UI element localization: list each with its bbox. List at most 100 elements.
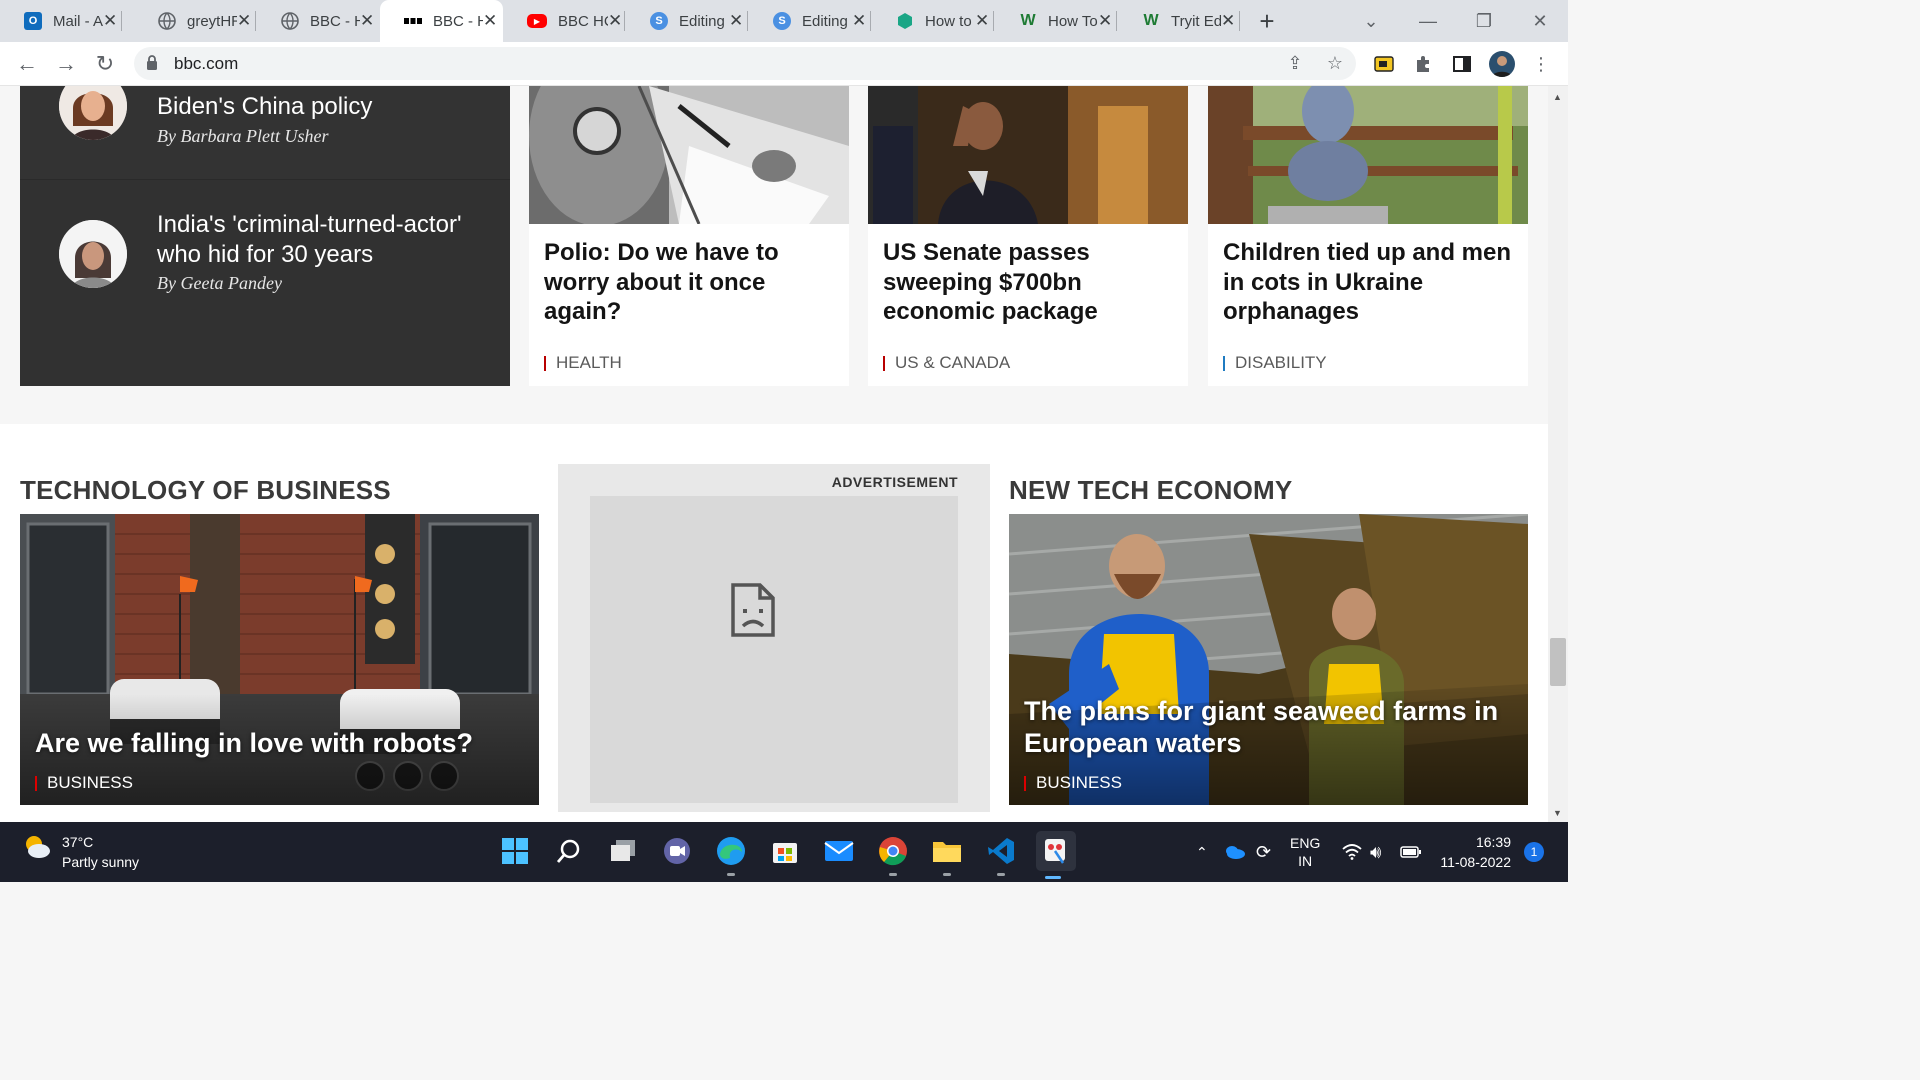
share-icon[interactable]: ⇪ [1284, 52, 1306, 74]
feature-headline[interactable]: Are we falling in love with robots? [35, 727, 473, 759]
browser-tab[interactable]: How to ✕ [872, 0, 994, 42]
close-tab-icon[interactable]: ✕ [729, 11, 743, 31]
feature-headline[interactable]: The plans for giant seaweed farms in Eur… [1024, 695, 1514, 759]
dark-story-2[interactable]: India's 'criminal-turned-actor' who hid … [20, 180, 510, 386]
story-headline[interactable]: Polio: Do we have to worry about it once… [544, 238, 834, 327]
story-tag[interactable]: HEALTH [544, 353, 622, 373]
weather-widget[interactable]: 37°C Partly sunny [22, 832, 139, 872]
language-indicator[interactable]: ENG IN [1290, 822, 1320, 882]
dark-story-byline: By Barbara Plett Usher [157, 126, 329, 146]
tab-title: Mail - A [53, 12, 103, 30]
store-icon[interactable] [768, 834, 802, 868]
scroll-down-arrow-icon[interactable]: ▼ [1553, 808, 1562, 818]
browser-tab[interactable]: W Tryit Ed ✕ [1118, 0, 1240, 42]
partly-sunny-icon [26, 836, 50, 858]
tab-separator [1116, 11, 1117, 31]
bookmark-star-icon[interactable]: ☆ [1324, 52, 1346, 74]
start-windows-icon[interactable] [498, 834, 532, 868]
browser-tab[interactable]: W How To ✕ [995, 0, 1117, 42]
windows-taskbar: 37°C Partly sunny ⌃ ⟳ ENG IN 🔊︎ 16:39 11… [0, 822, 1568, 882]
story-tag[interactable]: DISABILITY [1223, 353, 1327, 373]
new-tab-button[interactable]: + [1253, 6, 1281, 37]
file-explorer-icon[interactable] [930, 834, 964, 876]
close-tab-icon[interactable]: ✕ [103, 11, 117, 31]
feature-image-seaweed [1009, 514, 1528, 805]
side-panel-icon[interactable] [1451, 53, 1473, 75]
puzzle-icon[interactable] [1412, 53, 1434, 75]
browser-tab[interactable]: BBC - H ✕ [380, 0, 503, 42]
browser-tab[interactable]: S Editing ✕ [626, 0, 748, 42]
close-tab-icon[interactable]: ✕ [852, 11, 866, 31]
browser-tab[interactable]: ▶ BBC HC✕ [503, 0, 625, 42]
close-tab-icon[interactable]: ✕ [360, 11, 374, 31]
story-headline[interactable]: Children tied up and men in cots in Ukra… [1223, 238, 1513, 327]
browser-tab[interactable]: BBC - H ✕ [257, 0, 379, 42]
close-tab-icon[interactable]: ✕ [237, 11, 251, 31]
tab-title: How to [925, 12, 972, 30]
tab-title: BBC HC [558, 12, 608, 30]
volume-icon[interactable]: 🔊︎ [1370, 822, 1381, 882]
back-arrow-icon[interactable]: ← [12, 49, 42, 79]
tab-title: BBC - H [310, 12, 360, 30]
snipping-tool-icon[interactable] [1036, 831, 1076, 879]
youtube-icon: ▶ [527, 14, 547, 28]
wikihow-icon: W [1143, 12, 1159, 29]
story-card-senate[interactable]: US Senate passes sweeping $700bn economi… [868, 86, 1188, 386]
onedrive-icon[interactable] [1224, 822, 1246, 882]
story-tag[interactable]: US & CANADA [883, 353, 1010, 373]
feature-tag[interactable]: BUSINESS [1024, 773, 1122, 793]
scroll-up-arrow-icon[interactable]: ▲ [1553, 92, 1562, 102]
forward-arrow-icon[interactable]: → [51, 49, 81, 79]
browser-tab[interactable]: greytHR ✕ [134, 0, 256, 42]
running-indicator [943, 873, 951, 876]
tray-overflow-chevron-icon[interactable]: ⌃ [1196, 822, 1208, 882]
clock-time: 16:39 [1475, 834, 1511, 850]
story-card-polio[interactable]: Polio: Do we have to worry about it once… [529, 86, 849, 386]
feature-seaweed[interactable]: The plans for giant seaweed farms in Eur… [1009, 514, 1528, 805]
close-tab-icon[interactable]: ✕ [1098, 11, 1112, 31]
battery-icon[interactable] [1400, 822, 1422, 882]
sync-icon[interactable]: ⟳ [1256, 822, 1271, 882]
search-icon[interactable] [552, 834, 586, 868]
tab-search-icon[interactable]: ⌄ [1343, 0, 1399, 42]
section-title-technology-of-business[interactable]: TECHNOLOGY OF BUSINESS [20, 475, 391, 506]
running-indicator [889, 873, 897, 876]
close-tab-icon[interactable]: ✕ [1221, 11, 1235, 31]
edge-icon[interactable] [714, 834, 748, 876]
notification-badge[interactable]: 1 [1524, 822, 1544, 882]
shield-icon [896, 12, 914, 30]
scrollbar-thumb[interactable] [1550, 638, 1566, 686]
chrome-icon[interactable] [876, 834, 910, 876]
profile-avatar[interactable] [1489, 51, 1515, 77]
dark-story-1[interactable]: Biden's China policy By Barbara Plett Us… [20, 86, 510, 180]
menu-kebab-icon[interactable]: ⋮ [1530, 53, 1552, 75]
feature-robots[interactable]: Are we falling in love with robots? BUSI… [20, 514, 539, 805]
close-tab-icon[interactable]: ✕ [483, 11, 497, 31]
close-window-button[interactable]: ✕ [1512, 0, 1568, 42]
address-bar[interactable]: bbc.com ⇪ ☆ [134, 47, 1356, 80]
section-title-new-tech-economy[interactable]: NEW TECH ECONOMY [1009, 475, 1292, 506]
extension-icon[interactable] [1373, 53, 1395, 75]
ad-frame[interactable] [590, 496, 958, 803]
mail-icon[interactable] [822, 834, 856, 868]
page-scrollbar[interactable]: ▲ ▼ [1548, 86, 1568, 822]
dark-story-title[interactable]: Biden's China policy [157, 92, 372, 122]
feature-tag[interactable]: BUSINESS [35, 773, 133, 793]
minimize-button[interactable]: — [1400, 0, 1456, 42]
close-tab-icon[interactable]: ✕ [975, 11, 989, 31]
restore-button[interactable]: ❐ [1456, 0, 1512, 42]
teams-chat-icon[interactable] [660, 834, 694, 868]
story-headline[interactable]: US Senate passes sweeping $700bn economi… [883, 238, 1173, 327]
task-view-icon[interactable] [606, 834, 640, 868]
author-avatar [59, 220, 127, 288]
browser-toolbar: ← → ↻ bbc.com ⇪ ☆ ⋮ [0, 42, 1568, 86]
browser-tab[interactable]: S Editing ✕ [749, 0, 871, 42]
clock[interactable]: 16:39 11-08-2022 [1436, 822, 1511, 882]
close-tab-icon[interactable]: ✕ [608, 11, 622, 31]
wifi-icon[interactable] [1342, 822, 1362, 882]
story-card-ukraine[interactable]: Children tied up and men in cots in Ukra… [1208, 86, 1528, 386]
vscode-icon[interactable] [984, 834, 1018, 876]
browser-tab[interactable]: O Mail - A ✕ [0, 0, 122, 42]
reload-icon[interactable]: ↻ [90, 49, 120, 79]
dark-story-title[interactable]: India's 'criminal-turned-actor' who hid … [157, 210, 487, 270]
